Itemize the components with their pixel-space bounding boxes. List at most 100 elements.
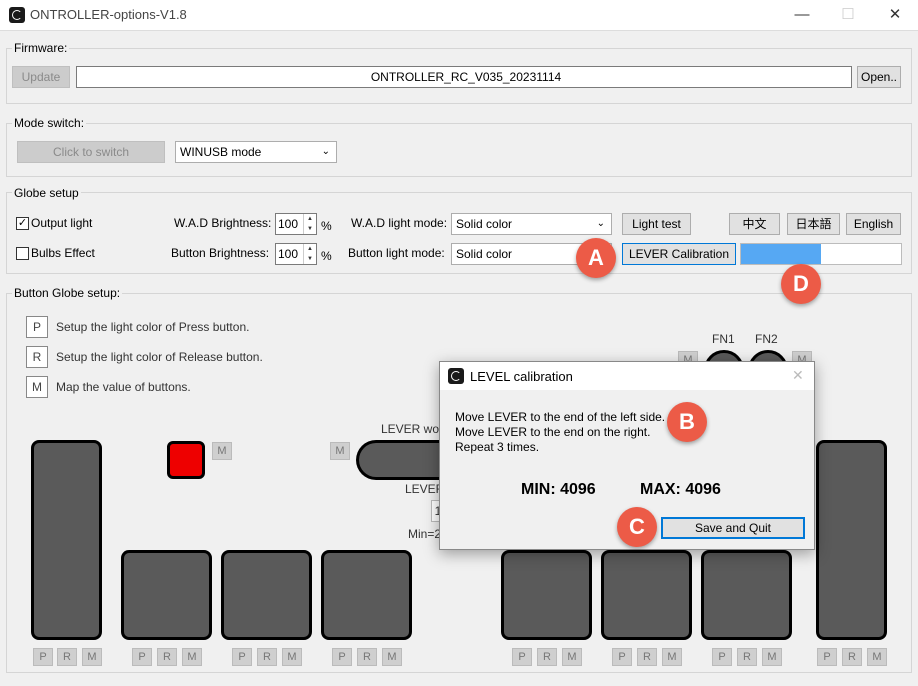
red-button-m[interactable]: M <box>212 442 232 460</box>
btn1-p[interactable]: P <box>33 648 53 666</box>
wad-light-mode-value: Solid color <box>456 217 513 231</box>
btn7-p[interactable]: P <box>712 648 732 666</box>
mode-select-value: WINUSB mode <box>180 145 262 159</box>
dialog-min-value: MIN: 4096 <box>521 481 596 498</box>
globe-setup-label: Globe setup <box>12 186 81 200</box>
spin-arrows-icon[interactable]: ▲ ▼ <box>303 244 316 264</box>
red-button[interactable] <box>167 441 205 479</box>
progress-fill <box>741 244 821 264</box>
left-button-2[interactable] <box>221 550 312 640</box>
right-button-3[interactable] <box>701 550 792 640</box>
output-light-checkbox[interactable]: ✓ <box>16 217 29 230</box>
annotation-c: C <box>617 507 657 547</box>
firmware-version-field[interactable]: ONTROLLER_RC_V035_20231114 <box>76 66 852 88</box>
btn7-m[interactable]: M <box>762 648 782 666</box>
firmware-label: Firmware: <box>12 41 70 55</box>
button-light-mode-value: Solid color <box>456 247 513 261</box>
btn3-r[interactable]: R <box>257 648 277 666</box>
percent-label: % <box>321 249 332 263</box>
btn2-r[interactable]: R <box>157 648 177 666</box>
dialog-close-icon[interactable]: ✕ <box>792 367 804 384</box>
spin-arrows-icon[interactable]: ▲ ▼ <box>303 214 316 234</box>
lever-slider[interactable] <box>356 440 446 480</box>
button-globe-label: Button Globe setup: <box>12 286 123 300</box>
dialog-max-value: MAX: 4096 <box>640 481 721 498</box>
annotation-d: D <box>781 264 821 304</box>
annotation-b: B <box>667 402 707 442</box>
right-tall-button[interactable] <box>816 440 887 640</box>
btn1-m[interactable]: M <box>82 648 102 666</box>
btn8-m[interactable]: M <box>867 648 887 666</box>
lever-wo-label: LEVER wo <box>381 422 440 436</box>
annotation-a: A <box>576 238 616 278</box>
legend-text-p: Setup the light color of Press button. <box>56 320 250 334</box>
mode-select[interactable]: WINUSB mode ⌄ <box>175 141 337 163</box>
left-button-3[interactable] <box>321 550 412 640</box>
btn4-p[interactable]: P <box>332 648 352 666</box>
bulbs-effect-label: Bulbs Effect <box>31 246 95 260</box>
btn3-m[interactable]: M <box>282 648 302 666</box>
bulbs-effect-checkbox[interactable] <box>16 247 29 260</box>
app-icon <box>9 7 25 23</box>
legend-key-m: M <box>26 376 48 398</box>
btn4-r[interactable]: R <box>357 648 377 666</box>
dialog-title-bar: LEVEL calibration ✕ <box>440 362 814 390</box>
dialog-title: LEVEL calibration <box>470 369 573 384</box>
fn1-label: FN1 <box>712 332 735 346</box>
wad-light-mode-label: W.A.D light mode: <box>351 216 448 230</box>
window-title: ONTROLLER-options-V1.8 <box>30 7 187 22</box>
button-light-mode-label: Button light mode: <box>348 246 445 260</box>
btn5-r[interactable]: R <box>537 648 557 666</box>
wad-brightness-value: 100 <box>278 217 299 231</box>
dialog-line-1: Move LEVER to the end of the left side. <box>455 410 666 424</box>
lang-en-button[interactable]: English <box>846 213 901 235</box>
btn6-p[interactable]: P <box>612 648 632 666</box>
btn7-r[interactable]: R <box>737 648 757 666</box>
button-brightness-input[interactable]: 100 ▲ ▼ <box>275 243 317 265</box>
output-light-label: Output light <box>31 216 93 230</box>
button-brightness-value: 100 <box>278 247 299 261</box>
right-button-1[interactable] <box>501 550 592 640</box>
btn1-r[interactable]: R <box>57 648 77 666</box>
lever-m-button[interactable]: M <box>330 442 350 460</box>
wad-brightness-input[interactable]: 100 ▲ ▼ <box>275 213 317 235</box>
update-button[interactable]: Update <box>12 66 70 88</box>
lang-ja-button[interactable]: 日本語 <box>787 213 840 235</box>
btn5-p[interactable]: P <box>512 648 532 666</box>
lang-zh-button[interactable]: 中文 <box>729 213 780 235</box>
minimize-icon[interactable]: — <box>787 4 817 26</box>
btn8-r[interactable]: R <box>842 648 862 666</box>
min-label: Min=2 <box>408 527 442 541</box>
btn8-p[interactable]: P <box>817 648 837 666</box>
dialog-app-icon <box>448 368 464 384</box>
btn4-m[interactable]: M <box>382 648 402 666</box>
wad-light-mode-select[interactable]: Solid color ⌄ <box>451 213 612 235</box>
legend-key-p: P <box>26 316 48 338</box>
btn3-p[interactable]: P <box>232 648 252 666</box>
title-bar: ONTROLLER-options-V1.8 — ☐ ✕ <box>0 0 918 30</box>
calibration-progress-bar <box>740 243 902 265</box>
close-icon[interactable]: ✕ <box>880 4 910 26</box>
left-tall-button[interactable] <box>31 440 102 640</box>
dialog-line-3: Repeat 3 times. <box>455 440 540 454</box>
open-button[interactable]: Open.. <box>857 66 901 88</box>
legend-key-r: R <box>26 346 48 368</box>
btn2-m[interactable]: M <box>182 648 202 666</box>
left-button-1[interactable] <box>121 550 212 640</box>
percent-label: % <box>321 219 332 233</box>
btn6-r[interactable]: R <box>637 648 657 666</box>
chevron-down-icon: ⌄ <box>321 146 330 157</box>
btn6-m[interactable]: M <box>662 648 682 666</box>
fn2-label: FN2 <box>755 332 778 346</box>
chevron-down-icon: ⌄ <box>596 218 605 229</box>
check-icon: ✓ <box>17 217 28 229</box>
lever-calibration-button[interactable]: LEVER Calibration <box>622 243 736 265</box>
right-button-2[interactable] <box>601 550 692 640</box>
maximize-icon[interactable]: ☐ <box>833 4 863 26</box>
btn2-p[interactable]: P <box>132 648 152 666</box>
click-to-switch-button[interactable]: Click to switch <box>17 141 165 163</box>
light-test-button[interactable]: Light test <box>622 213 691 235</box>
button-brightness-label: Button Brightness: <box>171 246 270 260</box>
btn5-m[interactable]: M <box>562 648 582 666</box>
save-and-quit-button[interactable]: Save and Quit <box>661 517 805 539</box>
